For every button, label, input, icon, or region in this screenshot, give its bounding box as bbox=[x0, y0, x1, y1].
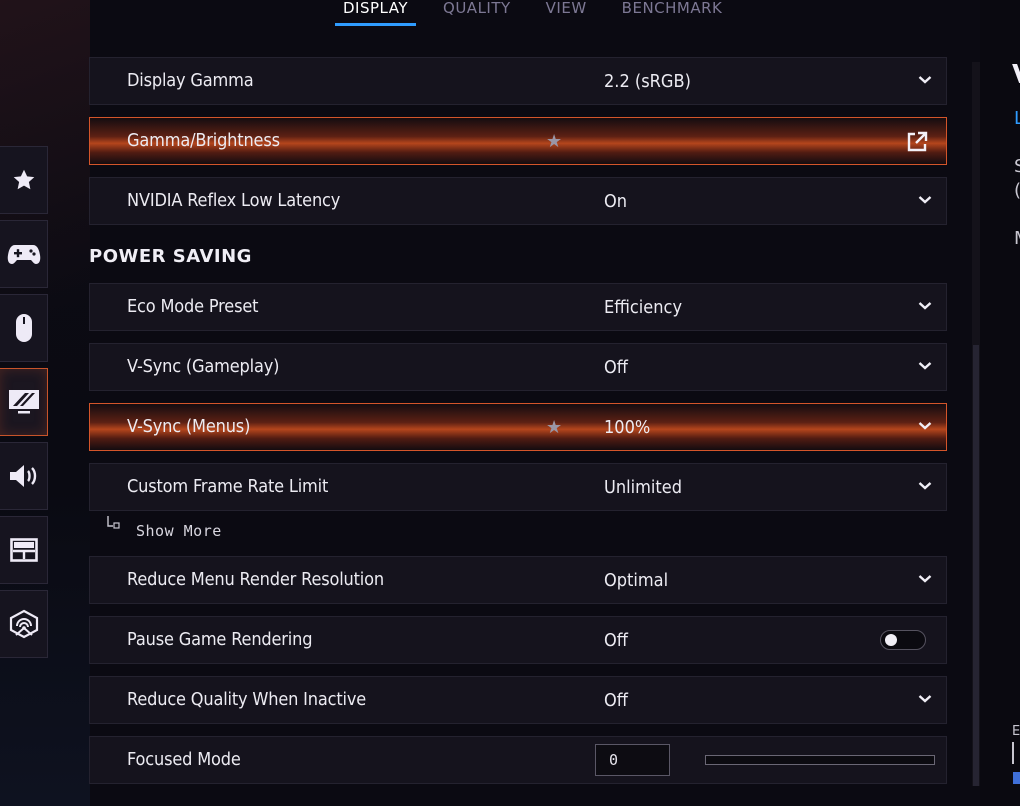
star-icon bbox=[13, 169, 34, 190]
nav-audio[interactable] bbox=[0, 442, 48, 510]
nav-mouse[interactable] bbox=[0, 294, 48, 362]
tab-quality[interactable]: QUALITY bbox=[435, 0, 519, 26]
setting-label: V-Sync (Menus) bbox=[127, 416, 251, 437]
monitor-icon bbox=[8, 390, 39, 414]
setting-label: V-Sync (Gameplay) bbox=[127, 356, 280, 377]
setting-label: Reduce Menu Render Resolution bbox=[127, 569, 384, 590]
tab-display[interactable]: DISPLAY bbox=[335, 0, 417, 26]
focused-mode-slider[interactable] bbox=[705, 755, 935, 765]
setting-value: Unlimited bbox=[604, 477, 683, 498]
setting-reduce-quality-inactive[interactable]: Reduce Quality When Inactive Off bbox=[89, 676, 947, 724]
tab-benchmark[interactable]: BENCHMARK bbox=[614, 0, 731, 26]
setting-pause-rendering[interactable]: Pause Game Rendering Off bbox=[89, 616, 947, 664]
favorite-star-icon[interactable]: ★ bbox=[546, 132, 562, 150]
mouse-icon bbox=[15, 314, 32, 342]
chevron-down-icon[interactable] bbox=[918, 195, 932, 205]
setting-vsync-menus[interactable]: V-Sync (Menus) ★ 100% bbox=[89, 403, 947, 451]
setting-value: 2.2 (sRGB) bbox=[604, 71, 691, 92]
show-more-link[interactable]: Show More bbox=[106, 516, 222, 540]
setting-label: Reduce Quality When Inactive bbox=[127, 689, 367, 710]
external-link-icon[interactable] bbox=[906, 131, 928, 153]
chevron-down-icon[interactable] bbox=[918, 75, 932, 85]
chevron-down-icon[interactable] bbox=[918, 421, 932, 431]
description-text-1: S bbox=[1014, 156, 1020, 177]
setting-focused-mode[interactable]: Focused Mode bbox=[89, 736, 947, 784]
setting-reflex[interactable]: NVIDIA Reflex Low Latency On bbox=[89, 177, 947, 225]
setting-menu-render-resolution[interactable]: Reduce Menu Render Resolution Optimal bbox=[89, 556, 947, 604]
description-accent-bar bbox=[1013, 772, 1020, 784]
nav-favorites[interactable] bbox=[0, 146, 48, 214]
top-tabs: DISPLAY QUALITY VIEW BENCHMARK bbox=[335, 0, 749, 26]
setting-gamma-brightness[interactable]: Gamma/Brightness ★ bbox=[89, 117, 947, 165]
nav-interface[interactable] bbox=[0, 516, 48, 584]
show-more-label: Show More bbox=[136, 522, 222, 540]
setting-value: Off bbox=[604, 690, 628, 711]
network-icon bbox=[9, 609, 38, 639]
chevron-down-icon[interactable] bbox=[918, 361, 932, 371]
gamepad-icon bbox=[7, 245, 40, 264]
setting-value: Off bbox=[604, 357, 628, 378]
chevron-down-icon[interactable] bbox=[918, 694, 932, 704]
setting-label: Gamma/Brightness bbox=[127, 130, 280, 151]
setting-value: On bbox=[604, 191, 628, 212]
description-title: V bbox=[1012, 60, 1020, 90]
scrollbar-thumb[interactable] bbox=[973, 345, 979, 786]
sub-item-connector-icon bbox=[107, 516, 120, 529]
description-text-3: M bbox=[1014, 228, 1020, 249]
description-link[interactable]: L bbox=[1014, 108, 1020, 129]
description-panel: V L S ( M E bbox=[980, 0, 1020, 806]
setting-value: Off bbox=[604, 630, 628, 651]
chevron-down-icon[interactable] bbox=[918, 301, 932, 311]
description-divider bbox=[1012, 742, 1014, 764]
setting-value: 100% bbox=[604, 417, 651, 438]
setting-value: Efficiency bbox=[604, 297, 683, 318]
nav-controller[interactable] bbox=[0, 220, 48, 288]
description-footer: E bbox=[1012, 724, 1020, 739]
toggle-knob bbox=[885, 634, 897, 646]
nav-network[interactable] bbox=[0, 590, 48, 658]
setting-vsync-gameplay[interactable]: V-Sync (Gameplay) Off bbox=[89, 343, 947, 391]
pause-rendering-toggle[interactable] bbox=[880, 630, 926, 650]
setting-label: Custom Frame Rate Limit bbox=[127, 476, 329, 497]
setting-label: Display Gamma bbox=[127, 70, 254, 91]
layout-icon bbox=[9, 538, 38, 562]
setting-label: Eco Mode Preset bbox=[127, 296, 259, 317]
setting-label: NVIDIA Reflex Low Latency bbox=[127, 190, 341, 211]
nav-display[interactable] bbox=[0, 368, 48, 436]
description-text-2: ( bbox=[1014, 180, 1020, 201]
setting-frame-rate-limit[interactable]: Custom Frame Rate Limit Unlimited bbox=[89, 463, 947, 511]
favorite-star-icon[interactable]: ★ bbox=[546, 418, 562, 436]
setting-display-gamma[interactable]: Display Gamma 2.2 (sRGB) bbox=[89, 57, 947, 105]
chevron-down-icon[interactable] bbox=[918, 574, 932, 584]
focused-mode-input[interactable] bbox=[595, 744, 670, 776]
setting-label: Pause Game Rendering bbox=[127, 629, 313, 650]
chevron-down-icon[interactable] bbox=[918, 481, 932, 491]
setting-label: Focused Mode bbox=[127, 749, 241, 770]
tab-view[interactable]: VIEW bbox=[538, 0, 595, 26]
section-title-power-saving: POWER SAVING bbox=[89, 246, 252, 267]
side-nav bbox=[0, 146, 49, 664]
setting-eco-mode[interactable]: Eco Mode Preset Efficiency bbox=[89, 283, 947, 331]
setting-value: Optimal bbox=[604, 570, 669, 591]
speaker-icon bbox=[9, 465, 36, 487]
